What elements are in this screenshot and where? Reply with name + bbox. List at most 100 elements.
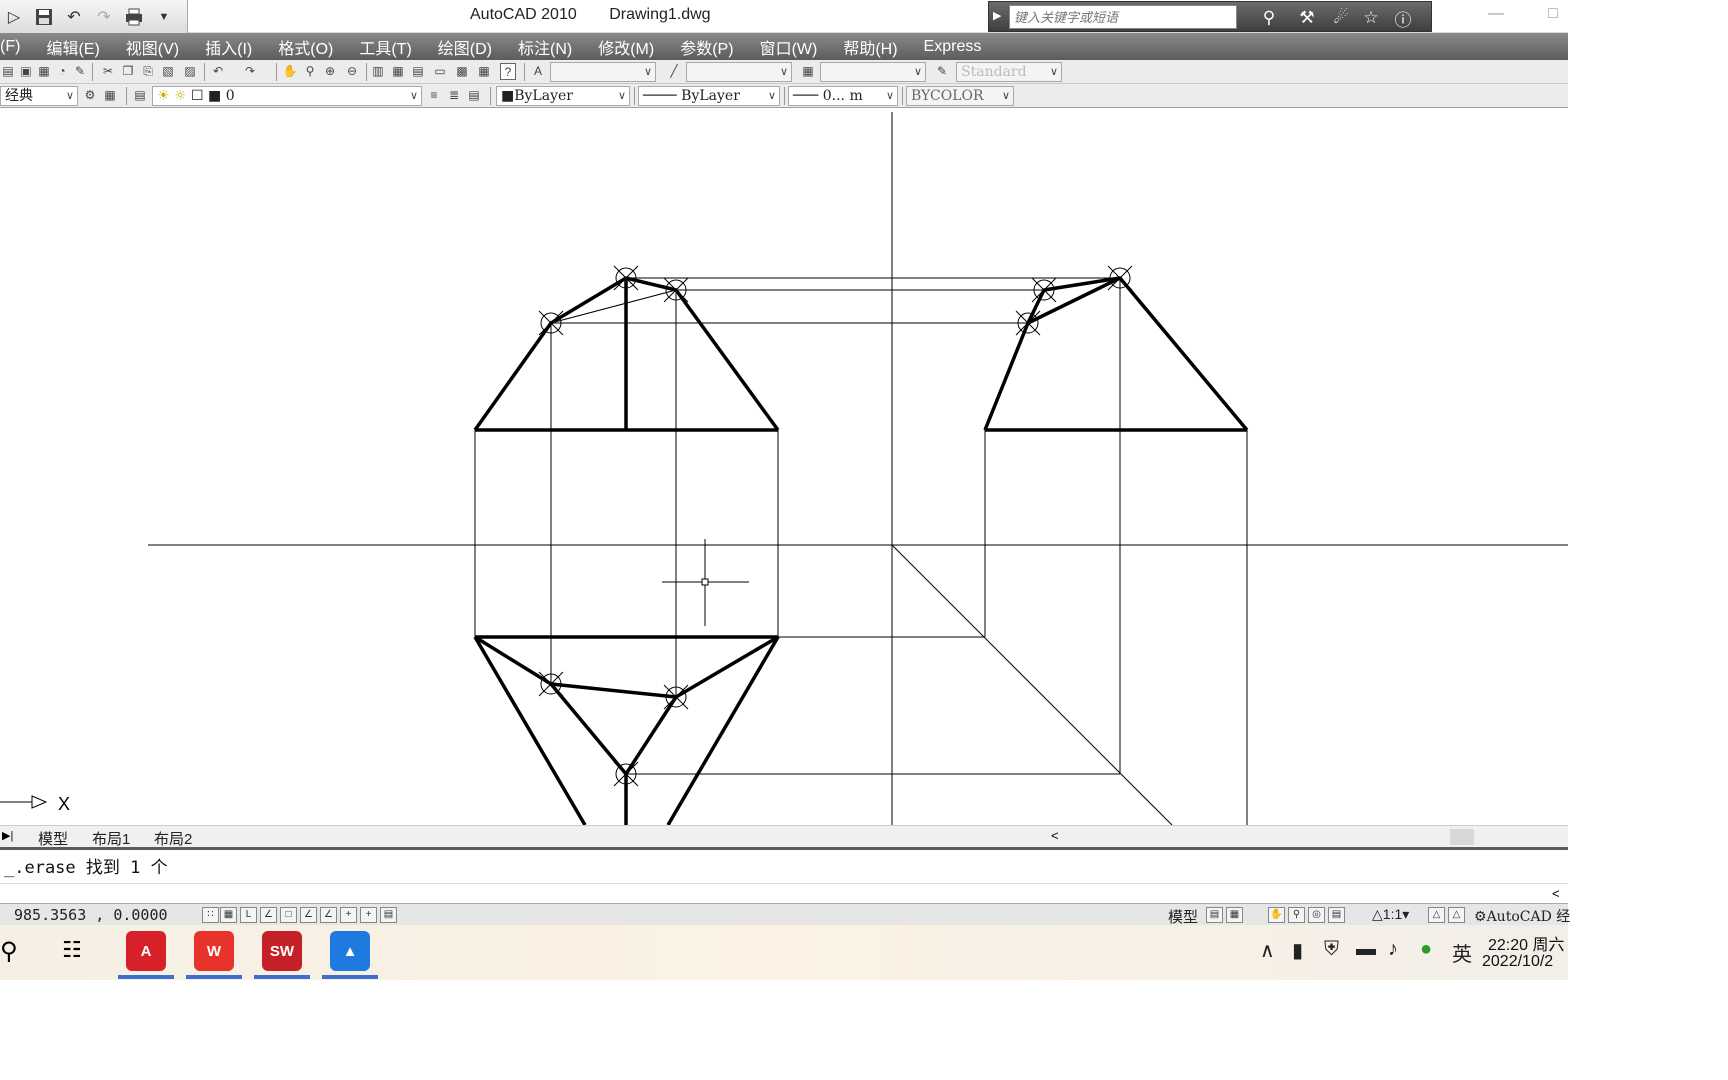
menu-draw[interactable]: 绘图(D) [425, 35, 505, 59]
tray-chevron-icon[interactable]: ∧ [1260, 938, 1275, 963]
microphone-icon[interactable]: ▮ [1292, 938, 1303, 963]
workspace-settings-icon[interactable]: ⚙ [82, 87, 98, 104]
layer-manager-icon[interactable]: ▤ [132, 87, 148, 104]
table-style-icon[interactable]: ▦ [800, 63, 816, 80]
pan-status-icon[interactable]: ✋ [1268, 907, 1285, 923]
menu-parametric[interactable]: 参数(P) [667, 35, 746, 59]
favorites-icon[interactable]: ☆ [1359, 6, 1383, 30]
scroll-thumb[interactable] [1450, 829, 1474, 845]
command-input[interactable] [0, 883, 1568, 884]
tab-layout1[interactable]: 布局1 [92, 828, 130, 849]
communication-icon[interactable]: ☄ [1329, 6, 1353, 30]
subscription-icon[interactable]: ⚒ [1295, 6, 1319, 30]
auto-scale-icon[interactable]: △ [1448, 907, 1465, 923]
layer-previous-icon[interactable]: ≣ [446, 87, 462, 104]
pan-icon[interactable]: ✋ [282, 63, 298, 80]
ime-language[interactable]: 英 [1452, 938, 1472, 967]
otrack-toggle[interactable]: ∠ [300, 907, 317, 923]
tab-layout2[interactable]: 布局2 [154, 828, 192, 849]
menu-format[interactable]: 格式(O) [265, 35, 346, 59]
clock-time[interactable]: 22:20 周六 [1488, 931, 1565, 955]
snap-toggle[interactable]: ∷ [202, 907, 219, 923]
open-icon[interactable]: ▷ [2, 5, 26, 29]
drawing-svg[interactable]: X [0, 109, 1568, 825]
undo-toolbar-icon[interactable]: ↶ [210, 63, 226, 80]
make-current-icon[interactable]: ≡ [426, 87, 442, 104]
expand-icon[interactable]: ▶ [993, 9, 1001, 22]
plot-icon[interactable] [122, 5, 146, 29]
ortho-toggle[interactable]: L [240, 907, 257, 923]
osnap-toggle[interactable]: □ [280, 907, 297, 923]
zoom-status-icon[interactable]: ⚲ [1288, 907, 1305, 923]
menu-file[interactable]: (F) [0, 38, 33, 56]
coordinates-readout[interactable]: 985.3563 , 0.0000 [14, 906, 168, 924]
command-line[interactable]: _.erase 找到 1 个 < [0, 847, 1568, 903]
battery-icon[interactable]: ▬ [1356, 938, 1376, 961]
redo-toolbar-icon[interactable]: ↷ [242, 63, 258, 80]
minimize-icon[interactable]: — [1488, 5, 1504, 23]
drawing-area[interactable]: X [0, 109, 1568, 825]
linetype-combo[interactable]: ──── ByLayer ∨ [638, 86, 780, 106]
dyn-toggle[interactable]: + [340, 907, 357, 923]
wps-taskbar-icon[interactable]: W [194, 931, 234, 971]
quickcalc-icon[interactable]: ▦ [476, 63, 492, 80]
polar-toggle[interactable]: ∠ [260, 907, 277, 923]
menu-window[interactable]: 窗口(W) [747, 35, 831, 59]
help-toolbar-icon[interactable]: ? [500, 63, 516, 80]
annotation-visibility-icon[interactable]: △ [1428, 907, 1445, 923]
showmotion-icon[interactable]: ▤ [1328, 907, 1345, 923]
plotstyle-combo[interactable]: BYCOLOR ∨ [906, 86, 1014, 106]
block-editor-icon[interactable]: ▨ [182, 63, 198, 80]
horizontal-scrollbar[interactable]: < [1045, 828, 1557, 846]
dim-style-combo[interactable]: ∨ [686, 62, 792, 82]
properties-icon[interactable]: ▥ [370, 63, 386, 80]
mleader-style-icon[interactable]: ✎ [934, 63, 950, 80]
maximize-icon[interactable]: □ [1548, 5, 1558, 23]
quick-view-drawings-icon[interactable]: ▦ [1226, 907, 1243, 923]
help-icon[interactable]: ⓘ [1391, 6, 1415, 30]
steeringwheel-icon[interactable]: ◎ [1308, 907, 1325, 923]
ducs-toggle[interactable]: ∠ [320, 907, 337, 923]
menu-view[interactable]: 视图(V) [113, 35, 192, 59]
new-icon[interactable]: ▤ [0, 63, 16, 80]
save-icon[interactable] [32, 5, 56, 29]
command-scroll-icon[interactable]: < [1552, 886, 1560, 901]
copy-icon[interactable]: ❐ [120, 63, 136, 80]
menu-modify[interactable]: 修改(M) [585, 35, 667, 59]
zoom-previous-icon[interactable]: ⊖ [344, 63, 360, 80]
menu-insert[interactable]: 插入(I) [192, 35, 265, 59]
publish-icon[interactable]: ✎ [72, 63, 88, 80]
dim-style-icon[interactable]: ╱ [666, 63, 682, 80]
layer-states-icon[interactable]: ▤ [466, 87, 482, 104]
save-file-icon[interactable]: ▦ [36, 63, 52, 80]
quick-view-layouts-icon[interactable]: ▤ [1206, 907, 1223, 923]
menu-tools[interactable]: 工具(T) [346, 35, 424, 59]
workspace-switch[interactable]: ⚙AutoCAD 经 [1474, 906, 1570, 926]
lwt-toggle[interactable]: + [360, 907, 377, 923]
zoom-window-icon[interactable]: ⊕ [322, 63, 338, 80]
open-file-icon[interactable]: ▣ [18, 63, 34, 80]
photos-taskbar-icon[interactable]: ▲ [330, 931, 370, 971]
volume-icon[interactable]: ♪ [1388, 938, 1398, 961]
lineweight-combo[interactable]: ─── 0... m ∨ [788, 86, 898, 106]
layer-combo[interactable]: ☀ ☼ ☐ ■ 0 ∨ [152, 86, 422, 106]
text-style-combo[interactable]: ∨ [550, 62, 656, 82]
search-icon[interactable]: ⚲ [0, 937, 18, 966]
tab-model[interactable]: 模型 [38, 828, 68, 849]
color-combo[interactable]: ■ByLayer ∨ [496, 86, 630, 106]
sheet-set-icon[interactable]: ▭ [432, 63, 448, 80]
menu-help[interactable]: 帮助(H) [830, 35, 910, 59]
table-style-combo[interactable]: ∨ [820, 62, 926, 82]
scroll-left-icon[interactable]: < [1051, 828, 1059, 843]
menu-express[interactable]: Express [911, 38, 995, 56]
grid-toggle[interactable]: ▦ [220, 907, 237, 923]
design-center-icon[interactable]: ▦ [390, 63, 406, 80]
plot-preview-icon[interactable]: ◔ [54, 63, 70, 80]
mleader-style-combo[interactable]: Standard ∨ [956, 62, 1062, 82]
zoom-realtime-icon[interactable]: ⚲ [302, 63, 318, 80]
menu-edit[interactable]: 编辑(E) [33, 35, 112, 59]
qp-toggle[interactable]: ▤ [380, 907, 397, 923]
autocad-taskbar-icon[interactable]: A [126, 931, 166, 971]
menu-dimension[interactable]: 标注(N) [505, 35, 585, 59]
tool-palettes-icon[interactable]: ▤ [410, 63, 426, 80]
